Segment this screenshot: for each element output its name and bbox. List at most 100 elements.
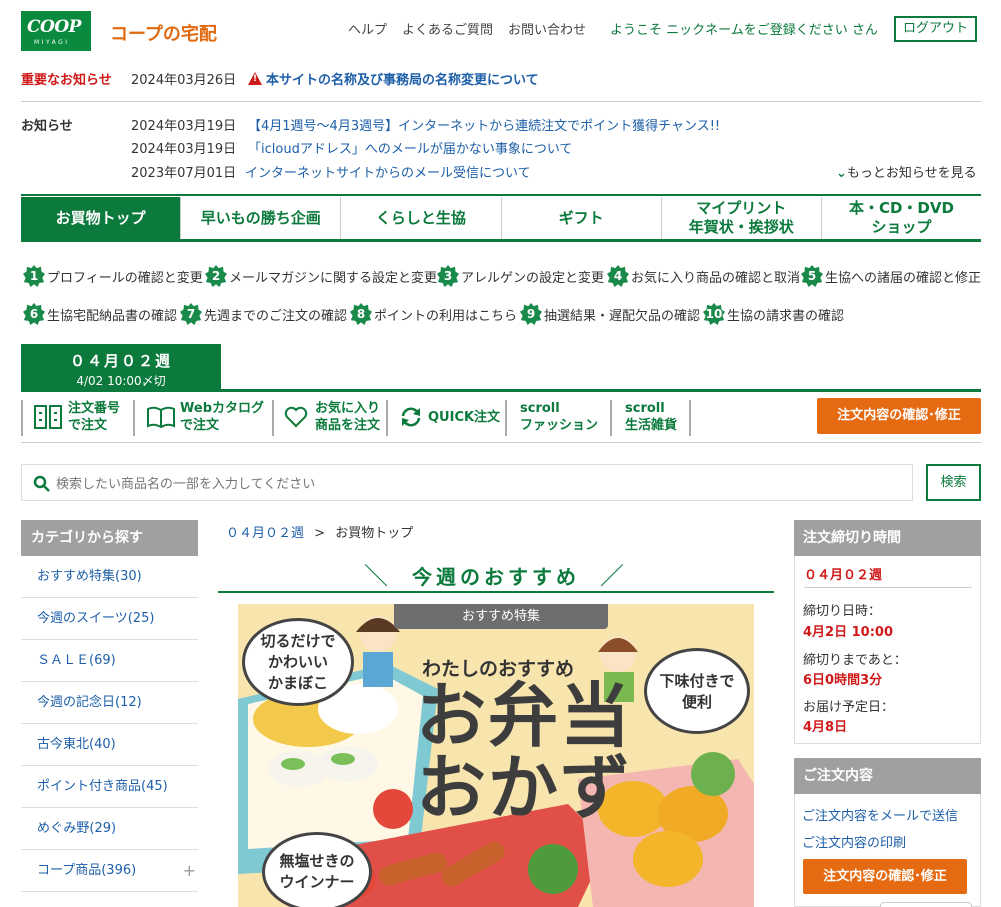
tab-myprint[interactable]: マイプリント 年賀状・挨拶状 <box>662 197 822 239</box>
banner-bubble: 無塩せきの ウインナー <box>262 832 372 907</box>
news-date: 2024年03月19日 <box>131 142 237 157</box>
news-link[interactable]: 「icloudアドレス」へのメールが届かない事象について <box>248 138 572 157</box>
delivery-value: 4月8日 <box>803 720 848 735</box>
recommend-banner[interactable]: おすすめ特集 わたしのおすすめ お弁当 おかず 切るだけで かわいい かまぼこ … <box>238 604 754 907</box>
subnav-label: Webカタログ <box>180 401 264 416</box>
divider <box>505 400 507 436</box>
numbered-link-label: お気に入り商品の確認と取消 <box>631 270 801 286</box>
important-notice-text: 本サイトの名称及び事務局の名称変更について <box>266 73 539 88</box>
plus-icon[interactable]: + <box>183 850 196 892</box>
banner-headline-1: お弁当 <box>416 675 632 757</box>
numbered-link-allergen[interactable]: 3 アレルゲンの設定と変更 <box>437 265 604 287</box>
search-box <box>21 464 913 501</box>
numbered-link-bill[interactable]: 10 生協の請求書の確認 <box>703 303 844 325</box>
deadline-value: 4月2日 10:00 <box>803 625 893 640</box>
subnav-label: 生活雑貨 <box>625 418 678 433</box>
numbered-link-label: プロフィールの確認と変更 <box>47 270 203 286</box>
coop-logo[interactable]: COOP MIYAGI <box>21 11 91 51</box>
subnav-label: で注文 <box>180 418 220 433</box>
deadline-week: ０４月０２週 <box>804 568 883 583</box>
tab-gift[interactable]: ギフト <box>502 197 662 239</box>
more-news-link[interactable]: ⌄もっとお知らせを見る <box>836 162 977 181</box>
tab-life-coop[interactable]: くらしと生協 <box>341 197 502 239</box>
order-by-number-button[interactable]: 注文番号 で注文 <box>34 397 120 437</box>
site-title[interactable]: コープの宅配 <box>110 20 217 46</box>
numbered-link-notices[interactable]: 5 生協への諸届の確認と修正 <box>801 265 981 287</box>
search-button[interactable]: 検索 <box>926 464 981 501</box>
banner-bubble: 切るだけで かわいい かまぼこ <box>242 618 354 706</box>
numbered-link-points[interactable]: 8 ポイントの利用はこちら <box>350 303 517 325</box>
tab-book-shop[interactable]: 本・CD・DVD ショップ <box>822 197 981 239</box>
category-item[interactable]: おすすめ特集(30) <box>21 556 198 598</box>
subnav-label: 注文番号 <box>68 401 121 416</box>
category-item[interactable]: 今週の記念日(12) <box>21 682 198 724</box>
logo-text: COOP <box>27 17 81 37</box>
logo-subtext: MIYAGI <box>34 39 70 46</box>
scroll-fashion-button[interactable]: scroll ファッション <box>520 397 598 437</box>
order-confirm-button-side[interactable]: 注文内容の確認･修正 <box>803 859 967 894</box>
numbered-link-label: メールマガジンに関する設定と変更 <box>229 270 438 286</box>
scroll-goods-button[interactable]: scroll 生活雑貨 <box>625 397 677 437</box>
divider <box>386 400 388 436</box>
divider <box>21 194 981 196</box>
order-confirm-button[interactable]: 注文内容の確認･修正 <box>817 398 981 434</box>
more-news-label: もっとお知らせを見る <box>846 166 977 181</box>
book-icon <box>147 406 175 428</box>
number-badge-icon: 10 <box>703 303 725 325</box>
numbered-link-label: 抽選結果・遅配欠品の確認 <box>544 308 701 324</box>
numbered-link-label: アレルゲンの設定と変更 <box>461 270 605 286</box>
numbered-link-profile[interactable]: 1 プロフィールの確認と変更 <box>23 265 203 287</box>
contact-link[interactable]: お問い合わせ <box>508 19 586 38</box>
numbered-link-invoice[interactable]: 6 生協宅配納品書の確認 <box>23 303 177 325</box>
number-badge-icon: 1 <box>23 265 45 287</box>
warning-icon <box>248 72 262 85</box>
print-order-link[interactable]: ご注文内容の印刷 <box>802 832 906 851</box>
category-item[interactable]: めぐみ野(29) <box>21 808 198 850</box>
slash-icon: ／ <box>600 562 628 590</box>
web-catalog-button[interactable]: Webカタログ で注文 <box>146 397 264 437</box>
quick-order-button[interactable]: QUICK注文 <box>399 397 500 437</box>
favorites-order-button[interactable]: お気に入り 商品を注文 <box>284 397 380 437</box>
breadcrumb: ０４月０２週 > お買物トップ <box>226 522 413 541</box>
week-deadline: 4/02 10:00〆切 <box>76 374 166 388</box>
search-input[interactable] <box>56 473 896 493</box>
news-link[interactable]: 【4月1週号～4月3週号】インターネットから連続注文でポイント獲得チャンス!! <box>248 115 720 134</box>
numbered-link-label: 生協への諸届の確認と修正 <box>825 270 982 286</box>
important-notice-label: 重要なお知らせ <box>21 73 112 88</box>
week-title: ０４月０２週 <box>69 352 172 370</box>
number-badge-icon: 2 <box>205 265 227 287</box>
numbered-link-lottery[interactable]: 9 抽選結果・遅配欠品の確認 <box>520 303 700 325</box>
tab-shopping-top[interactable]: お買物トップ <box>21 197 182 239</box>
category-item[interactable]: 古今東北(40) <box>21 724 198 766</box>
send-order-email-link[interactable]: ご注文内容をメールで送信 <box>802 805 958 824</box>
subnav-label: ファッション <box>520 418 599 433</box>
news-link[interactable]: インターネットサイトからのメール受信について <box>245 162 531 181</box>
breadcrumb-separator: > <box>314 526 326 541</box>
help-link[interactable]: ヘルプ <box>348 19 387 38</box>
category-item-expandable[interactable]: コープ商品(396) + <box>21 850 198 892</box>
category-item[interactable]: ＳＡＬＥ(69) <box>21 640 198 682</box>
numbered-link-favorites[interactable]: 4 お気に入り商品の確認と取消 <box>607 265 800 287</box>
numbered-link-past-orders[interactable]: 7 先週までのご注文の確認 <box>180 303 347 325</box>
refresh-icon <box>401 407 421 427</box>
faq-link[interactable]: よくあるご質問 <box>402 19 493 38</box>
tab-early-bird[interactable]: 早いもの勝ち企画 <box>181 197 342 239</box>
category-item[interactable]: 今週のスイーツ(25) <box>21 598 198 640</box>
numbered-link-label: 先週までのご注文の確認 <box>204 308 348 324</box>
numbered-link-mail[interactable]: 2 メールマガジンに関する設定と変更 <box>205 265 437 287</box>
divider <box>689 400 691 436</box>
number-badge-icon: 4 <box>607 265 629 287</box>
recommend-title: 今週のおすすめ <box>412 565 580 589</box>
week-tab[interactable]: ０４月０２週 4/02 10:00〆切 <box>21 344 221 390</box>
page-top-button[interactable] <box>880 902 972 907</box>
remaining-value: 6日0時間3分 <box>803 673 883 688</box>
subnav-label: お気に入り <box>315 401 381 416</box>
subnav-label: で注文 <box>68 418 108 433</box>
important-notice-link[interactable]: 本サイトの名称及び事務局の名称変更について <box>248 69 539 88</box>
breadcrumb-week-link[interactable]: ０４月０２週 <box>226 526 304 541</box>
main-tabs: お買物トップ 早いもの勝ち企画 くらしと生協 ギフト マイプリント 年賀状・挨拶… <box>21 197 981 242</box>
numbered-link-label: 生協宅配納品書の確認 <box>47 308 178 324</box>
logout-button[interactable]: ログアウト <box>894 16 977 42</box>
category-item[interactable]: ポイント付き商品(45) <box>21 766 198 808</box>
slash-icon: ＼ <box>364 562 392 590</box>
